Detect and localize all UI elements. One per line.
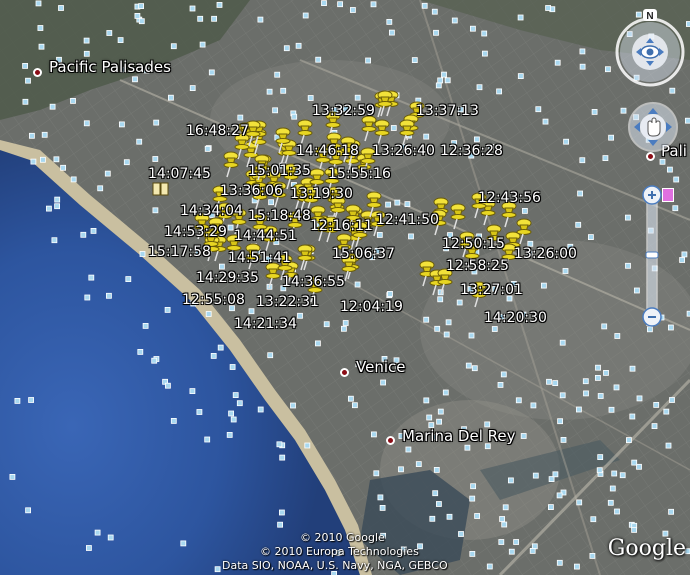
google-logo: Google bbox=[607, 536, 686, 561]
placemark-label[interactable]: 14:29:35 bbox=[196, 270, 259, 286]
yellow-pushpin-icon[interactable] bbox=[374, 89, 396, 117]
placemark-label[interactable]: 12:58:25 bbox=[446, 258, 509, 274]
yellow-pushpin-icon[interactable] bbox=[513, 217, 535, 245]
placemark-label[interactable]: 13:26:00 bbox=[514, 246, 577, 262]
yellow-pushpin-icon[interactable] bbox=[220, 150, 242, 178]
placemark-label[interactable]: 12:36:28 bbox=[440, 143, 503, 159]
placemark-label[interactable]: 15:18:48 bbox=[248, 208, 311, 224]
placemark-label[interactable]: 14:51:41 bbox=[228, 250, 291, 266]
placemark-label[interactable]: 14:21:34 bbox=[234, 316, 297, 332]
placemark-label[interactable]: 13:22:31 bbox=[256, 294, 319, 310]
look-navigation-control[interactable]: N bbox=[614, 8, 686, 92]
placemark-label[interactable]: 13:19:30 bbox=[290, 186, 353, 202]
placemark-label[interactable]: 12:16:11 bbox=[310, 218, 373, 234]
placemark-label[interactable]: 14:46:18 bbox=[296, 143, 359, 159]
placemark-label[interactable]: 12:50:15 bbox=[442, 236, 505, 252]
placemark-label[interactable]: 14:53:29 bbox=[164, 224, 227, 240]
zoom-slider-thumb[interactable] bbox=[645, 251, 659, 259]
place-dot-venice[interactable] bbox=[340, 368, 349, 377]
copyright-google: © 2010 Google bbox=[300, 531, 385, 544]
yellow-pushpin-icon[interactable] bbox=[396, 118, 418, 146]
placemark-label[interactable]: 13:27:01 bbox=[460, 282, 523, 298]
place-label-venice[interactable]: Venice bbox=[356, 358, 405, 376]
placemark-label[interactable]: 12:43:56 bbox=[478, 190, 541, 206]
copyright-data-sources: Data SIO, NOAA, U.S. Navy, NGA, GEBCO bbox=[222, 559, 448, 572]
photo-album-icon[interactable] bbox=[152, 181, 170, 197]
place-label-marina-del-rey[interactable]: Marina Del Rey bbox=[402, 427, 516, 445]
placemark-label[interactable]: 12:41:50 bbox=[376, 212, 439, 228]
placemark-label[interactable]: 14:34:04 bbox=[180, 203, 243, 219]
placemark-label[interactable]: 15:06:37 bbox=[332, 246, 395, 262]
placemark-label[interactable]: 14:20:30 bbox=[484, 310, 547, 326]
placemark-label[interactable]: 14:44:51 bbox=[234, 228, 297, 244]
placemark-label[interactable]: 14:36:55 bbox=[282, 274, 345, 290]
placemark-label[interactable]: 15:55:16 bbox=[328, 166, 391, 182]
place-dot-pacific-palisades[interactable] bbox=[33, 68, 42, 77]
layer-marker-icon bbox=[662, 188, 674, 202]
placemark-label[interactable]: 13:26:40 bbox=[372, 143, 435, 159]
placemark-label[interactable]: 16:48:27 bbox=[186, 123, 249, 139]
yellow-pushpin-icon[interactable] bbox=[294, 243, 316, 271]
compass-north-label[interactable]: N bbox=[646, 11, 653, 22]
yellow-pushpin-icon[interactable] bbox=[447, 202, 469, 230]
placemark-label[interactable]: 13:36:06 bbox=[220, 183, 283, 199]
map-view[interactable]: Pacific Palisades Venice Marina Del Rey … bbox=[0, 0, 690, 575]
zoom-slider[interactable] bbox=[641, 184, 663, 330]
placemark-label[interactable]: 13:32:59 bbox=[312, 103, 375, 119]
placemark-label[interactable]: 13:37:13 bbox=[416, 103, 479, 119]
move-navigation-control[interactable] bbox=[626, 100, 680, 154]
placemark-layer bbox=[0, 0, 690, 575]
copyright-europa: © 2010 Europa Technologies bbox=[260, 545, 419, 558]
yellow-pushpin-icon[interactable] bbox=[272, 126, 294, 154]
placemark-label[interactable]: 12:55:08 bbox=[182, 292, 245, 308]
placemark-label[interactable]: 15:01:35 bbox=[248, 163, 311, 179]
placemark-label[interactable]: 15:17:58 bbox=[148, 244, 211, 260]
placemark-label[interactable]: 12:04:19 bbox=[340, 299, 403, 315]
placemark-label[interactable]: 14:07:45 bbox=[148, 166, 211, 182]
place-dot-marina-del-rey[interactable] bbox=[386, 436, 395, 445]
place-label-pacific-palisades[interactable]: Pacific Palisades bbox=[49, 58, 171, 76]
